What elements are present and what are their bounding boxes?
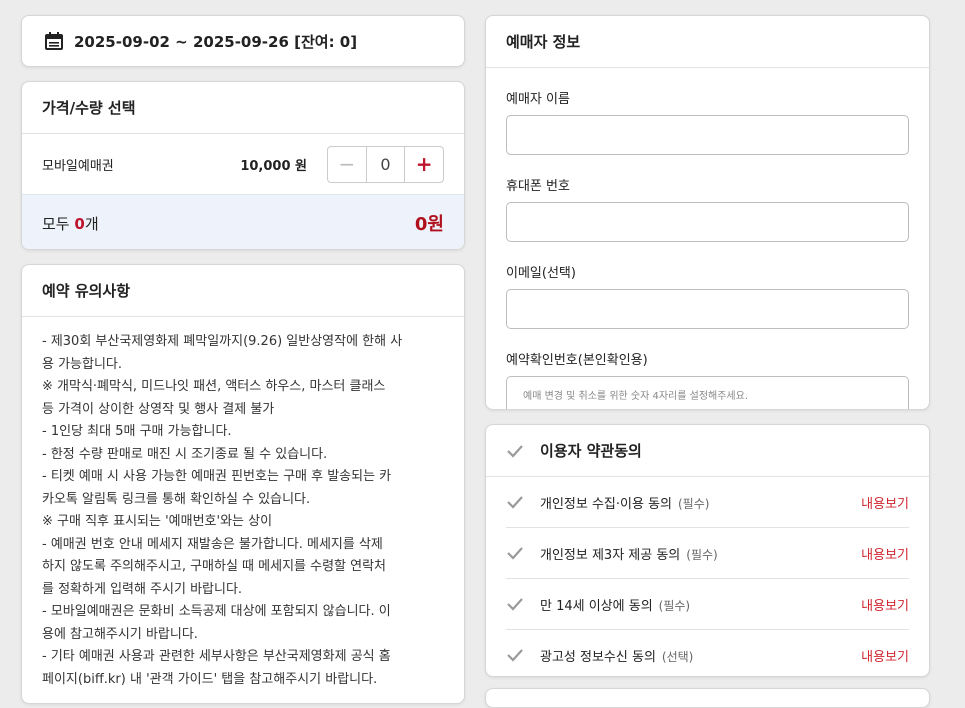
terms-agreement-card: 이용자 약관동의 개인정보 수집·이용 동의 (필수) 내용보기 개인정보 제3자… [485,424,930,677]
notice-line: 를 정확하게 입력해 주시기 바랍니다. [42,581,243,597]
calendar-icon [45,32,63,50]
notice-line: 용에 참고해주시기 바랍니다. [42,626,198,642]
email-field[interactable] [506,289,909,329]
name-field-label: 예매자 이름 [506,92,570,107]
notice-line: - 한정 수량 판매로 매진 시 조기종료 될 수 있습니다. [42,446,328,462]
pin-field-label: 예약확인번호(본인확인용) [506,353,648,368]
notice-line: 등 가격이 상이한 상영작 및 행사 결제 불가 [42,401,275,417]
notice-line: - 1인당 최대 5매 구매 가능합니다. [42,424,232,439]
ticket-item-name: 모바일예매권 [42,158,114,174]
notice-line: - 모바일예매권은 문화비 소득공제 대상에 포함되지 않습니다. 이 [42,604,391,619]
notice-line: 용 가능합니다. [42,356,123,372]
total-amount: 0원 [414,214,444,235]
total-prefix: 모두 [42,214,75,233]
view-details-link[interactable]: 내용보기 [861,544,909,563]
term-row-marketing[interactable]: 광고성 정보수신 동의 (선택) 내용보기 [506,630,909,676]
check-icon [507,496,523,509]
view-details-link[interactable]: 내용보기 [861,493,909,512]
quantity-value: 0 [367,146,406,182]
term-text: 만 14세 이상에 동의 [540,598,653,614]
term-label: 개인정보 수집·이용 동의 (필수) [540,493,861,512]
notice-line: - 티켓 예매 시 사용 가능한 예매권 핀번호는 구매 후 발송되는 카 [42,469,392,484]
term-label: 만 14세 이상에 동의 (필수) [540,595,861,614]
pin-field[interactable] [506,376,909,409]
price-quantity-card: 가격/수량 선택 모바일예매권 10,000 원 − 0 + 모두 0개 0원 [21,81,465,250]
total-count: 0 [74,214,85,233]
check-icon [507,649,523,662]
notice-line: 카오톡 알림톡 링크를 통해 확인하실 수 있습니다. [42,491,311,507]
check-icon [507,598,523,611]
buyer-form: 예매자 이름 휴대폰 번호 이메일(선택) 예약확인번호(본인확인용) [486,88,929,409]
decrease-quantity-button[interactable]: − [328,146,367,182]
notice-line: - 예매권 번호 안내 메세지 재발송은 불가합니다. 메세지를 삭제 [42,536,383,552]
term-tag: (필수) [658,598,691,613]
notice-line: 페이지(biff.kr) 내 '관객 가이드' 탭을 참고해주시기 바랍니다. [42,671,378,687]
total-count-label: 모두 0개 [42,213,415,234]
email-field-label: 이메일(선택) [506,266,576,281]
notice-line: - 제30회 부산국제영화제 폐막일까지(9.26) 일반상영작에 한해 사 [42,334,403,349]
date-range-text: 2025-09-02 ~ 2025-09-26 [잔여: 0] [74,32,358,51]
notice-line: ※ 구매 직후 표시되는 '예매번호'와는 상이 [42,514,273,529]
terms-card-title: 이용자 약관동의 [540,442,642,460]
next-card-edge [485,688,930,708]
price-card-title: 가격/수량 선택 [22,82,464,134]
name-field[interactable] [506,115,909,155]
total-summary: 모두 0개 0원 [22,194,464,249]
quantity-stepper: − 0 + [327,145,444,183]
buyer-card-title: 예매자 정보 [486,16,929,68]
ticket-item-row: 모바일예매권 10,000 원 − 0 + [22,134,464,194]
phone-field-label: 휴대폰 번호 [506,179,570,194]
check-icon [507,547,523,560]
notice-line: ※ 개막식·폐막식, 미드나잇 패션, 액터스 하우스, 마스터 클래스 [42,379,386,394]
term-label: 광고성 정보수신 동의 (선택) [540,646,861,665]
total-suffix: 개 [84,214,99,233]
terms-list: 개인정보 수집·이용 동의 (필수) 내용보기 개인정보 제3자 제공 동의 (필수… [486,477,929,676]
view-details-link[interactable]: 내용보기 [861,646,909,665]
term-text: 개인정보 수집·이용 동의 [540,496,672,512]
terms-all-agree[interactable]: 이용자 약관동의 [486,425,929,477]
term-row-third-party[interactable]: 개인정보 제3자 제공 동의 (필수) 내용보기 [506,528,909,579]
notice-body: - 제30회 부산국제영화제 폐막일까지(9.26) 일반상영작에 한해 사 용… [22,317,464,691]
term-tag: (필수) [686,547,718,562]
term-row-privacy-collection[interactable]: 개인정보 수집·이용 동의 (필수) 내용보기 [506,477,909,528]
buyer-info-card: 예매자 정보 예매자 이름 휴대폰 번호 이메일(선택) 예약확인번호(본인확인… [485,15,930,410]
check-icon [507,444,523,458]
term-text: 개인정보 제3자 제공 동의 [540,547,681,563]
phone-field[interactable] [506,202,909,242]
notice-line: - 기타 예매권 사용과 관련한 세부사항은 부산국제영화제 공식 홈 [42,649,391,664]
view-details-link[interactable]: 내용보기 [861,595,909,614]
term-label: 개인정보 제3자 제공 동의 (필수) [540,544,861,563]
increase-quantity-button[interactable]: + [405,147,443,182]
term-row-age-14[interactable]: 만 14세 이상에 동의 (필수) 내용보기 [506,579,909,630]
term-tag: (필수) [678,496,710,511]
notice-card-title: 예약 유의사항 [22,265,464,317]
booking-notice-card: 예약 유의사항 - 제30회 부산국제영화제 폐막일까지(9.26) 일반상영작… [21,264,465,704]
date-range-card: 2025-09-02 ~ 2025-09-26 [잔여: 0] [21,15,465,67]
notice-line: 하지 않도록 주의해주시고, 구매하실 때 메세지를 수령할 연락처 [42,559,387,574]
ticket-item-price: 10,000 원 [240,158,307,174]
term-tag: (선택) [661,649,694,664]
term-text: 광고성 정보수신 동의 [540,649,656,665]
